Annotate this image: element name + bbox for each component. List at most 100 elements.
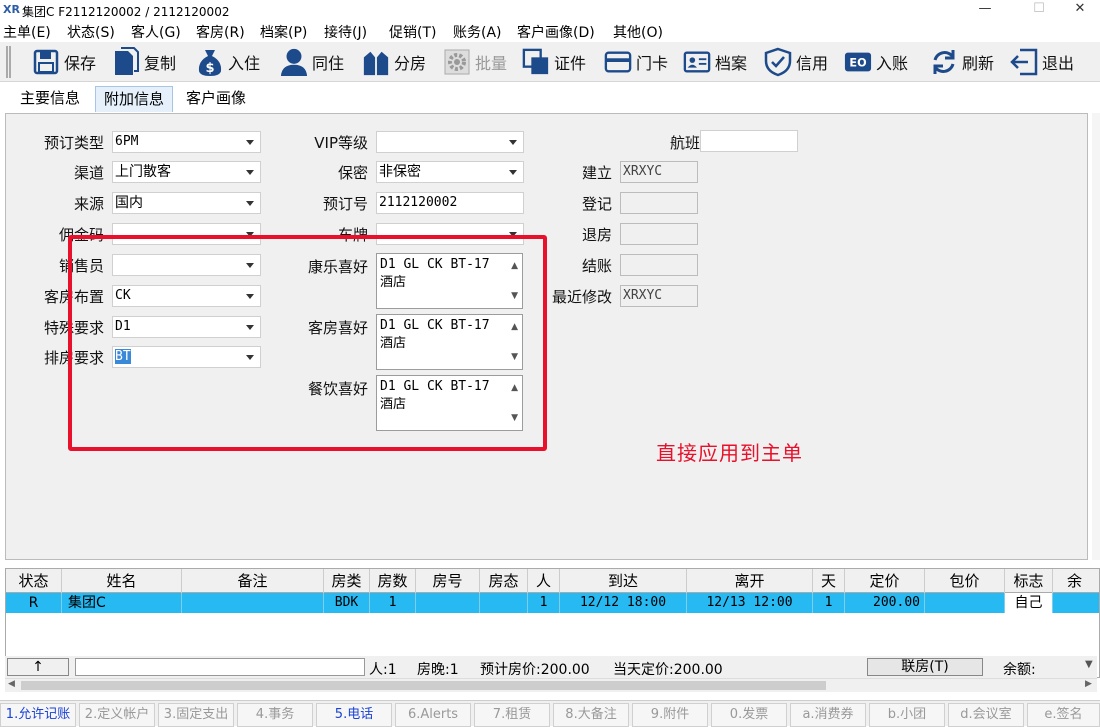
highlight-box [68, 235, 547, 451]
menu-other[interactable]: 其他(O) [613, 22, 663, 42]
cell-flag[interactable]: 自己 [1005, 593, 1053, 613]
balance-label: 余额: [1003, 662, 1036, 678]
exit-button[interactable]: 退出 [1010, 45, 1074, 79]
col-flag[interactable]: 标志 [1005, 569, 1053, 593]
cell-rate: 200.00 [845, 593, 925, 613]
arrow-up-button[interactable]: ↑ [7, 658, 69, 676]
assign-room-button[interactable]: 分房 [362, 45, 426, 79]
menu-profile[interactable]: 档案(P) [260, 22, 307, 42]
right-edge-scrollbar[interactable] [1092, 113, 1100, 560]
tab-telephone[interactable]: 5.电话 [316, 703, 392, 727]
checkout-by-label: 退房 [581, 226, 612, 244]
batch-button[interactable]: 批量 [443, 45, 507, 79]
scrollbar-thumb[interactable] [21, 681, 826, 690]
col-rate[interactable]: 定价 [845, 569, 925, 593]
tab-define-account[interactable]: 2.定义帐户 [79, 703, 155, 727]
toolbar: 保存 复制 $ 入住 同住 分房 批量 证件 门卡 档案 信用 EO 入账 刷新… [0, 42, 1100, 82]
tab-additional-info[interactable]: 附加信息 [95, 86, 174, 112]
summary-input[interactable] [75, 658, 365, 676]
vip-level-combo[interactable] [376, 131, 524, 153]
tab-big-remark[interactable]: 8.大备注 [553, 703, 629, 727]
col-room-status[interactable]: 房态 [480, 569, 528, 593]
tab-vouchers[interactable]: a.消费券 [790, 703, 866, 727]
toolbar-grip[interactable] [6, 46, 11, 78]
cell-remark [182, 593, 324, 613]
booking-number-field[interactable]: 2112120002 [376, 192, 524, 214]
col-arrival[interactable]: 到达 [560, 569, 687, 593]
minimize-button[interactable]: — [962, 0, 1008, 20]
scroll-right-icon[interactable]: ▶ [1085, 679, 1092, 689]
cell-persons: 1 [528, 593, 560, 613]
col-name[interactable]: 姓名 [62, 569, 182, 593]
col-days[interactable]: 天 [813, 569, 845, 593]
menu-customer-portrait[interactable]: 客户画像(D) [517, 22, 595, 42]
scroll-left-icon[interactable]: ◀ [8, 679, 15, 689]
credit-button[interactable]: 信用 [764, 45, 828, 79]
tab-main-info[interactable]: 主要信息 [12, 86, 88, 112]
col-departure[interactable]: 离开 [687, 569, 813, 593]
refresh-button[interactable]: 刷新 [930, 45, 994, 79]
col-room-type[interactable]: 房类 [324, 569, 370, 593]
col-room-count[interactable]: 房数 [370, 569, 416, 593]
tab-signature[interactable]: e.签名 [1027, 703, 1100, 727]
menu-main[interactable]: 主单(E) [3, 22, 51, 42]
chevron-down-icon[interactable] [509, 170, 517, 175]
col-remark[interactable]: 备注 [182, 569, 324, 593]
chevron-down-icon[interactable]: ▼ [1085, 659, 1093, 670]
col-persons[interactable]: 人 [528, 569, 560, 593]
profile-button[interactable]: 档案 [683, 45, 747, 79]
maximize-button[interactable]: ☐ [1016, 0, 1062, 20]
share-room-button[interactable]: 同住 [280, 45, 344, 79]
chevron-down-icon[interactable] [509, 140, 517, 145]
tab-fixed-expense[interactable]: 3.固定支出 [158, 703, 234, 727]
menu-promotion[interactable]: 促销(T) [389, 22, 436, 42]
room-key-button[interactable]: 门卡 [604, 45, 668, 79]
col-package[interactable]: 包价 [925, 569, 1005, 593]
tab-customer-portrait[interactable]: 客户画像 [178, 86, 254, 112]
id-documents-button[interactable]: 证件 [522, 45, 586, 79]
booking-type-combo[interactable]: 6PM [112, 131, 261, 153]
cell-status: R [6, 593, 62, 613]
floppy-disk-icon [32, 48, 60, 76]
registered-by-label: 登记 [581, 195, 612, 213]
menu-accounts[interactable]: 账务(A) [453, 22, 502, 42]
app-logo: XR [3, 3, 20, 16]
save-button[interactable]: 保存 [32, 45, 96, 79]
tab-allow-charge[interactable]: 1.允许记账 [0, 703, 76, 727]
menu-status[interactable]: 状态(S) [67, 22, 115, 42]
menu-reception[interactable]: 接待(J) [324, 22, 367, 42]
refresh-label: 刷新 [962, 54, 995, 73]
col-room-number[interactable]: 房号 [416, 569, 480, 593]
tab-attachments[interactable]: 9.附件 [632, 703, 708, 727]
tab-rental[interactable]: 7.租赁 [474, 703, 550, 727]
horizontal-scrollbar[interactable]: ◀ ▶ [5, 678, 1097, 692]
copy-button[interactable]: 复制 [112, 45, 176, 79]
menu-room[interactable]: 客房(R) [196, 22, 245, 42]
chevron-down-icon[interactable] [246, 170, 254, 175]
col-balance[interactable]: 余 [1053, 569, 1099, 593]
chevron-down-icon[interactable] [246, 140, 254, 145]
source-combo[interactable]: 国内 [112, 192, 261, 214]
id-documents-label: 证件 [554, 54, 587, 73]
close-button[interactable]: ✕ [1060, 0, 1100, 20]
people-count: 人:1 [369, 662, 397, 678]
check-in-button[interactable]: $ 入住 [196, 45, 260, 79]
gear-icon [443, 48, 471, 76]
cell-arrival: 12/12 18:00 [560, 593, 687, 613]
copy-document-icon [112, 47, 140, 76]
flight-field[interactable] [700, 130, 798, 152]
menu-guest[interactable]: 客人(G) [131, 22, 181, 42]
confidential-combo[interactable]: 非保密 [376, 161, 524, 183]
tab-invoice[interactable]: 0.发票 [711, 703, 787, 727]
tab-meeting-room[interactable]: d.会议室 [948, 703, 1024, 727]
tab-alerts[interactable]: 6.Alerts [395, 703, 471, 727]
share-room-label: 同住 [312, 54, 345, 73]
link-room-button[interactable]: 联房(T) [867, 658, 983, 676]
table-row[interactable]: R 集团C BDK 1 1 12/12 18:00 12/13 12:00 1 … [6, 593, 1099, 613]
chevron-down-icon[interactable] [246, 201, 254, 206]
post-charge-button[interactable]: EO 入账 [844, 45, 908, 79]
channel-combo[interactable]: 上门散客 [112, 161, 261, 183]
tab-affairs[interactable]: 4.事务 [237, 703, 313, 727]
tab-small-group[interactable]: b.小团 [869, 703, 945, 727]
col-status[interactable]: 状态 [6, 569, 62, 593]
